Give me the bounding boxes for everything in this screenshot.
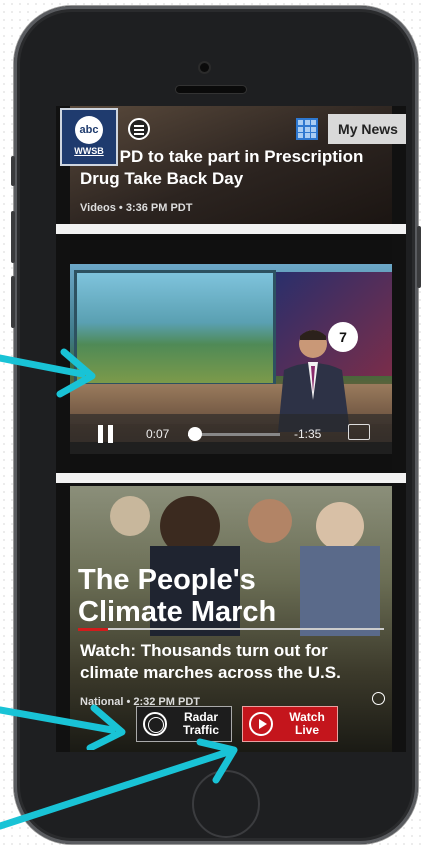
annotation-arrow-watch-live <box>0 738 238 830</box>
annotation-arrow-video <box>0 348 96 398</box>
overlay-rule <box>108 628 384 630</box>
earpiece-speaker <box>176 86 246 93</box>
front-camera <box>200 63 209 72</box>
watch-label-line1: Watch <box>289 710 325 724</box>
grid-icon[interactable] <box>296 118 318 140</box>
watch-label-line2: Live <box>294 723 319 737</box>
abc7-logo: 7 <box>328 322 358 352</box>
volume-up-button <box>11 211 15 263</box>
abc-logo-mark: abc <box>75 116 103 144</box>
overlay-title-line2: Climate March <box>78 596 277 628</box>
radar-label-line1: Radar <box>183 710 218 724</box>
scrub-knob[interactable] <box>188 427 203 441</box>
station-logo[interactable]: abc WWSB <box>60 108 118 166</box>
overlay-accent-bar <box>78 628 108 631</box>
video-card[interactable]: 7 0:07 -1:35 <box>70 236 392 471</box>
story-headline: Watch: Thousands turn out for climate ma… <box>80 641 341 682</box>
more-icon[interactable] <box>372 692 385 705</box>
remaining-time: -1:35 <box>294 427 322 441</box>
volume-down-button <box>11 276 15 328</box>
app-screen: sota PD to take part in Prescription Dru… <box>56 106 406 752</box>
my-news-button[interactable]: My News <box>328 114 406 144</box>
watch-live-label: Watch Live <box>279 711 335 737</box>
elapsed-time: 0:07 <box>146 427 170 441</box>
divider <box>56 473 406 483</box>
station-call-sign: WWSB <box>74 146 104 156</box>
scrub-slider[interactable] <box>188 427 280 441</box>
overlay-title: The People's Climate March <box>78 564 276 628</box>
story-meta: Videos • 3:36 PM PDT <box>80 202 193 214</box>
play-icon <box>249 712 273 736</box>
divider <box>56 224 406 234</box>
overlay-title-line1: The People's <box>78 564 256 596</box>
pause-icon[interactable] <box>98 425 114 443</box>
app-bar: abc WWSB My News <box>56 106 406 166</box>
menu-icon[interactable] <box>128 118 150 140</box>
mute-switch <box>11 156 15 186</box>
story-headline: sota PD to take part in Prescription Dru… <box>80 147 364 188</box>
captions-icon[interactable] <box>348 424 370 440</box>
watch-live-button[interactable]: Watch Live <box>242 706 338 742</box>
power-button <box>417 226 421 288</box>
video-controls: 0:07 -1:35 <box>70 414 392 454</box>
